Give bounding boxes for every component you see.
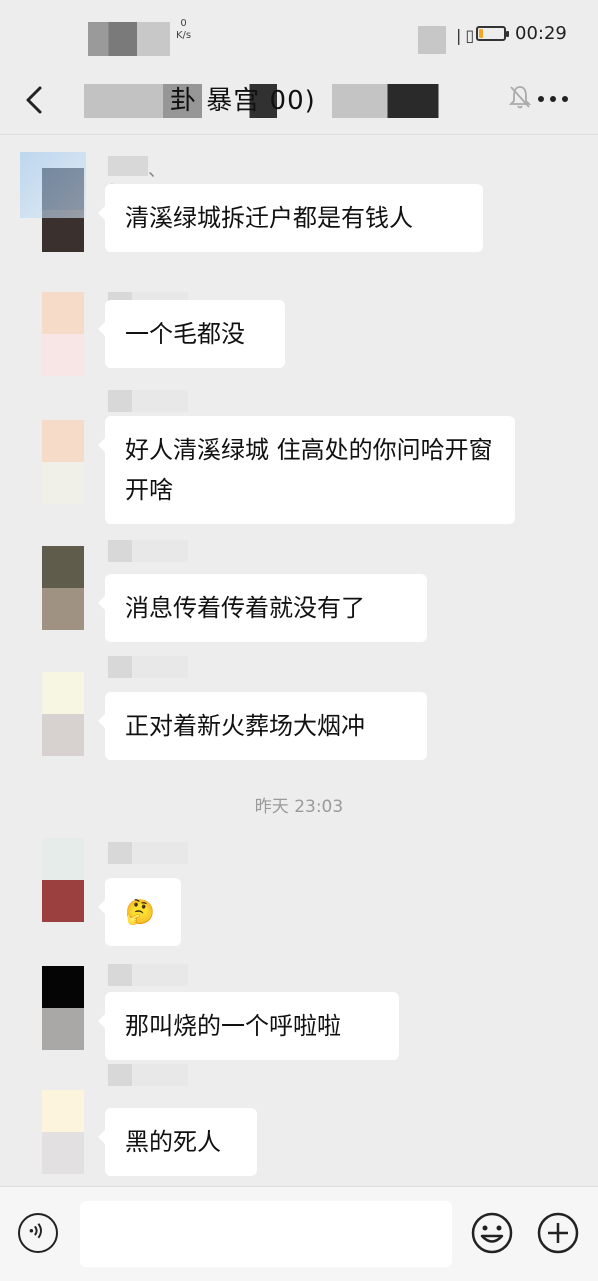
message-text: 消息传着传着就没有了 [125,594,365,622]
message-text: 清溪绿城拆迁户都是有钱人 [125,204,413,232]
avatar[interactable] [42,420,84,504]
message-bubble[interactable]: 正对着新火葬场大烟冲 [98,692,427,760]
network-speed-value: 0 [180,18,187,29]
message-bubble[interactable]: 🤔 [98,878,181,946]
avatar[interactable] [42,546,84,630]
input-bar [0,1186,598,1281]
status-time: 00:29 [515,23,567,44]
message-text: 🤔 [125,898,155,926]
avatar[interactable] [42,1090,84,1174]
message-text: 黑的死人 [125,1128,221,1156]
blurred-status-icons [88,22,170,56]
message-bubble[interactable]: 一个毛都没 [98,300,285,368]
timestamp: 昨天 23:03 [254,797,344,817]
plus-icon[interactable] [536,1211,580,1255]
message-text: 一个毛都没 [125,320,245,348]
message-text: 正对着新火葬场大烟冲 [125,712,365,740]
smiley-icon[interactable] [470,1211,514,1255]
message-text: 那叫烧的一个呼啦啦 [125,1012,341,1040]
ellipsis-icon[interactable] [538,94,568,104]
avatar[interactable] [42,838,84,922]
avatar[interactable] [42,292,84,376]
sender-name: 、🍉 [108,156,188,203]
vibrate-icon: ❘▯ [452,26,475,45]
network-speed: 0 K/s [176,18,191,42]
voice-icon[interactable] [18,1213,58,1253]
avatar[interactable] [42,966,84,1050]
message-bubble[interactable]: 好人清溪绿城 住高处的你问哈开窗开啥 [98,416,515,524]
chat-title[interactable]: 卦 暴宫 00) [170,80,316,117]
sender-name [108,842,188,864]
message-input[interactable] [80,1201,452,1267]
message-bubble[interactable]: 清溪绿城拆迁户都是有钱人 [98,184,483,252]
avatar[interactable] [42,672,84,756]
blurred-signal-icon [418,26,446,54]
status-bar: 0 K/s ❘▯ 00:29 [0,0,598,70]
message-bubble[interactable]: 黑的死人 [98,1108,257,1176]
message-text: 好人清溪绿城 住高处的你问哈开窗开啥 [125,436,493,504]
sender-name [108,964,188,986]
battery-level-fill [479,29,483,38]
sender-name [108,540,188,562]
bell-off-icon [508,86,532,109]
sender-name [108,1064,188,1086]
message-list[interactable]: 、🍉 清溪绿城拆迁户都是有钱人 一个毛都没 好人清溪绿城 住高处的你问哈开窗开啥… [0,136,598,1186]
network-speed-unit: K/s [176,30,192,41]
sender-name [108,390,188,412]
chevron-left-icon[interactable] [20,82,48,118]
chat-header: 卦 暴宫 00) [0,70,598,135]
message-bubble[interactable]: 消息传着传着就没有了 [98,574,427,642]
message-bubble[interactable]: 那叫烧的一个呼啦啦 [98,992,399,1060]
battery-icon [476,26,509,41]
sender-name [108,656,188,678]
